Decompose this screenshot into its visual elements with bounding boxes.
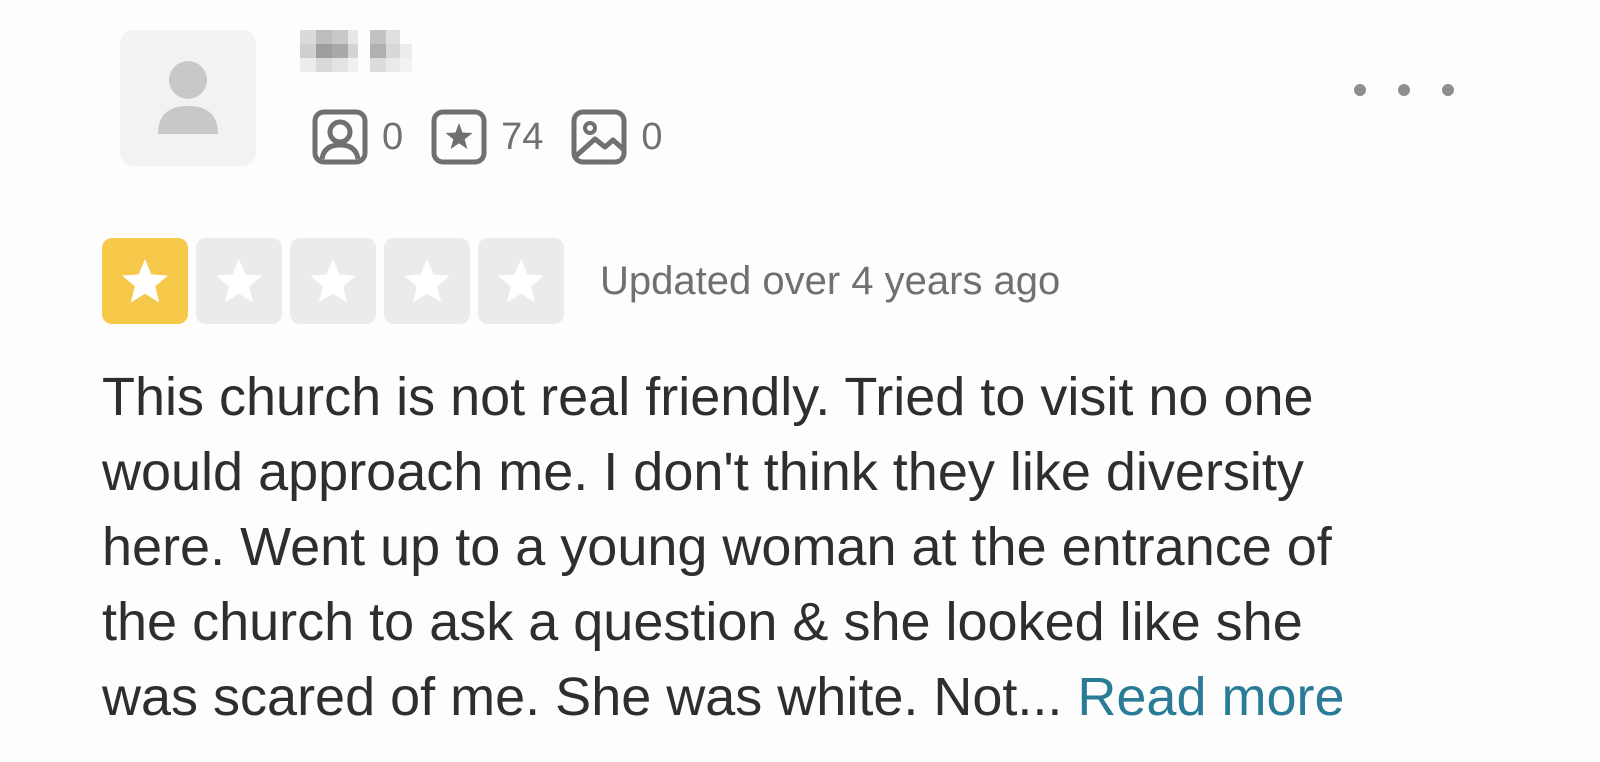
user-stats: 0 74 0	[312, 108, 691, 166]
user-name-redacted[interactable]	[300, 30, 422, 74]
review-date: Updated over 4 years ago	[600, 258, 1061, 303]
friends-stat: 0	[312, 109, 403, 165]
friends-count: 0	[382, 116, 404, 158]
avatar[interactable]	[120, 30, 256, 166]
star-icon	[122, 259, 168, 303]
photos-icon	[571, 109, 627, 165]
star-icon	[404, 259, 450, 303]
rating-star-2	[196, 238, 282, 324]
read-more-link[interactable]: Read more	[1077, 667, 1344, 727]
reviews-count: 74	[501, 116, 544, 158]
review-card: 0 74 0 Updated over 4 years ago This chu…	[0, 0, 1600, 762]
rating-star-4	[384, 238, 470, 324]
rating-star-1	[102, 238, 188, 324]
pixelation-mask	[300, 30, 412, 72]
photos-count: 0	[641, 116, 663, 158]
menu-dot	[1354, 84, 1366, 96]
menu-dot	[1442, 84, 1454, 96]
photos-stat: 0	[571, 109, 663, 165]
menu-dot	[1398, 84, 1410, 96]
rating-star-3	[290, 238, 376, 324]
star-icon	[498, 259, 544, 303]
reviews-stat: 74	[431, 109, 543, 165]
rating-star-5	[478, 238, 564, 324]
reviews-star-icon	[431, 109, 487, 165]
more-options-icon[interactable]	[1354, 72, 1454, 108]
rating-row: Updated over 4 years ago	[102, 238, 1060, 324]
review-text: This church is not real friendly. Tried …	[102, 360, 1562, 735]
person-silhouette-icon	[158, 61, 218, 134]
star-icon	[216, 259, 262, 303]
star-icon	[310, 259, 356, 303]
friends-icon	[312, 109, 368, 165]
